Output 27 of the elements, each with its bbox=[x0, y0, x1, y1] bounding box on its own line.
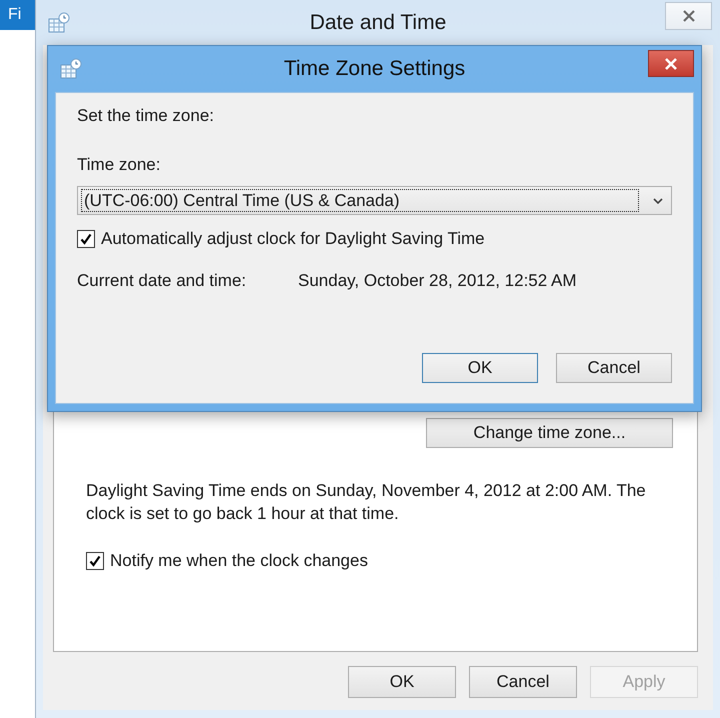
dialog-button[interactable]: Cancel bbox=[556, 353, 672, 383]
time-zone-dropdown[interactable]: (UTC-06:00) Central Time (US & Canada) bbox=[77, 186, 672, 215]
checkbox-label: Notify me when the clock changes bbox=[110, 551, 368, 571]
close-button[interactable] bbox=[665, 2, 712, 30]
checkmark-icon bbox=[80, 233, 92, 245]
checkmark-icon bbox=[89, 555, 101, 567]
close-icon bbox=[682, 10, 696, 22]
dialog-button[interactable]: OK bbox=[422, 353, 538, 383]
checkbox[interactable] bbox=[77, 230, 95, 248]
calendar-clock-icon bbox=[60, 58, 82, 80]
current-date-value: Sunday, October 28, 2012, 12:52 AM bbox=[298, 271, 576, 291]
checkbox[interactable] bbox=[86, 552, 104, 570]
file-tab[interactable]: Fi bbox=[0, 0, 35, 30]
close-button[interactable] bbox=[648, 50, 694, 77]
window-title: Date and Time bbox=[310, 10, 446, 36]
intro-text: Set the time zone: bbox=[77, 106, 216, 126]
daylight-saving-notice: Daylight Saving Time ends on Sunday, November 4, 2012 at 2:00 AM. The clock is set to go back 1 hour at that time. bbox=[86, 480, 647, 525]
dialog-button[interactable]: OK bbox=[348, 666, 456, 698]
close-icon bbox=[664, 58, 678, 70]
dialog-title: Time Zone Settings bbox=[284, 56, 466, 82]
chevron-down-icon bbox=[653, 198, 663, 204]
calendar-clock-icon bbox=[48, 12, 70, 34]
current-date-label: Current date and time: bbox=[77, 271, 248, 291]
change-time-zone-button[interactable]: Change time zone... bbox=[426, 418, 673, 448]
checkbox-label: Automatically adjust clock for Daylight Saving Time bbox=[101, 229, 485, 249]
time-zone-label: Time zone: bbox=[77, 155, 160, 175]
dialog-button[interactable]: Cancel bbox=[469, 666, 577, 698]
